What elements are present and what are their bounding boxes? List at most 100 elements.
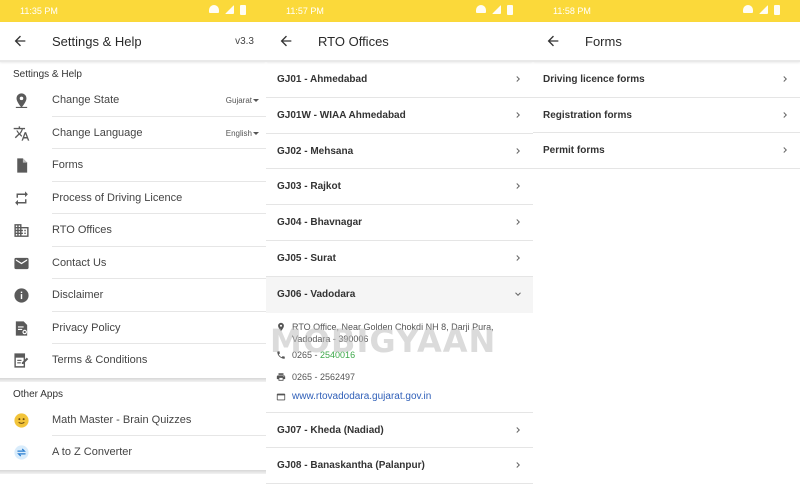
menu-item-label: Math Master - Brain Quizzes — [52, 413, 192, 426]
chevron-right-icon — [516, 255, 520, 261]
menu-item-label: Privacy Policy — [52, 321, 121, 334]
chevron-down-icon[interactable] — [513, 289, 523, 299]
rto-office-row[interactable]: GJ01W - WIAA Ahmedabad — [266, 98, 533, 134]
menu-item-contact-us[interactable]: Contact Us — [0, 247, 266, 279]
rto-office-row[interactable]: GJ02 - Mehsana — [266, 134, 533, 170]
rto-office-row[interactable]: GJ05 - Surat — [266, 241, 533, 277]
battery-icon — [507, 5, 513, 15]
menu-item-change-state[interactable]: Change State Gujarat — [0, 84, 266, 117]
status-time: 11:57 PM — [286, 6, 324, 16]
chevron-right-icon — [516, 426, 520, 433]
page-title: RTO Offices — [318, 34, 389, 49]
rto-office-row-expanded[interactable]: GJ06 - Vadodara — [266, 276, 533, 313]
battery-icon — [240, 5, 246, 15]
signal-icon — [759, 5, 768, 14]
chevron-right-icon — [516, 76, 520, 82]
rto-office-row[interactable]: GJ08 - Banaskantha (Palanpur) — [266, 448, 533, 484]
app-bar: Forms — [533, 22, 800, 62]
bottom-shadow — [0, 469, 266, 474]
location-pin-icon — [278, 322, 284, 331]
phone-prefix: 0265 - — [292, 349, 321, 360]
menu-item-label: Terms & Conditions — [52, 354, 148, 366]
back-arrow-icon[interactable] — [278, 33, 294, 49]
rto-office-row[interactable]: GJ07 - Kheda (Nadiad) — [266, 413, 533, 449]
settings-help-screen: 11:35 PM Settings & Help v3.3 Settings &… — [0, 0, 266, 484]
page-title: Settings & Help — [52, 34, 142, 49]
office-fax: 0265 - 2562497 — [292, 371, 356, 382]
app-bar: RTO Offices — [266, 22, 533, 62]
menu-item-label: Contact Us — [52, 256, 107, 269]
menu-item-label: Disclaimer — [52, 289, 104, 301]
other-app-converter[interactable]: A to Z Converter — [0, 436, 266, 469]
dropdown-caret-icon[interactable] — [253, 131, 259, 135]
rto-office-name: GJ01 - Ahmedabad — [277, 74, 368, 85]
selected-language-value[interactable]: English — [226, 129, 252, 138]
chevron-right-icon — [516, 111, 520, 118]
status-time: 11:58 PM — [553, 6, 591, 16]
form-category-name: Registration forms — [543, 109, 632, 121]
form-category-name: Permit forms — [543, 145, 605, 156]
menu-item-privacy-policy[interactable]: Privacy Policy — [0, 312, 266, 344]
wifi-icon — [209, 5, 219, 13]
form-category-row[interactable]: Driving licence forms — [533, 62, 800, 98]
menu-item-forms[interactable]: Forms — [0, 149, 266, 182]
converter-app-icon — [14, 445, 29, 460]
rto-office-name: GJ06 - Vadodara — [277, 288, 356, 300]
office-website-link[interactable]: www.rtovadodara.gujarat.gov.in — [292, 391, 522, 403]
dropdown-caret-icon[interactable] — [253, 99, 259, 102]
battery-icon — [774, 5, 780, 15]
rto-office-name: GJ05 - Surat — [277, 252, 336, 264]
menu-item-terms-conditions[interactable]: Terms & Conditions — [0, 344, 266, 377]
web-icon — [276, 393, 286, 400]
section-header-other-apps: Other Apps — [13, 388, 64, 400]
chevron-right-icon — [516, 147, 520, 154]
location-pin-icon — [15, 93, 28, 109]
menu-item-change-language[interactable]: Change Language English — [0, 117, 266, 149]
menu-item-label: A to Z Converter — [52, 446, 133, 458]
back-arrow-icon[interactable] — [12, 33, 28, 49]
rto-office-row[interactable]: GJ04 - Bhavnagar — [266, 205, 533, 241]
rto-office-name: GJ07 - Kheda (Nadiad) — [277, 424, 384, 436]
app-bar: Settings & Help v3.3 — [0, 22, 266, 62]
chevron-right-icon — [516, 183, 520, 190]
rto-office-name: GJ04 - Bhavnagar — [277, 217, 363, 229]
other-app-math-master[interactable]: Math Master - Brain Quizzes — [0, 404, 266, 436]
printer-icon — [276, 372, 286, 381]
menu-item-process-driving-licence[interactable]: Process of Driving Licence — [0, 182, 266, 214]
rto-office-name: GJ03 - Rajkot — [277, 181, 341, 193]
swap-arrows-icon — [15, 190, 28, 206]
status-bar: 11:58 PM — [533, 0, 800, 22]
chevron-right-icon — [516, 462, 520, 469]
status-bar: 11:35 PM — [0, 0, 266, 22]
menu-item-label: Forms — [52, 159, 84, 171]
office-phone-number[interactable]: 2540016 — [320, 350, 355, 360]
chevron-right-icon — [516, 219, 520, 226]
rto-office-name: GJ01W - WIAA Ahmedabad — [277, 109, 406, 121]
selected-state-value[interactable]: Gujarat — [226, 96, 252, 105]
menu-item-label: Change State — [52, 94, 120, 106]
menu-item-rto-offices[interactable]: RTO Offices — [0, 214, 266, 247]
section-header-settings: Settings & Help — [13, 69, 82, 80]
signal-icon — [492, 5, 501, 14]
form-category-row[interactable]: Registration forms — [533, 98, 800, 133]
rto-offices-screen: 11:57 PM RTO Offices GJ01 - Ahmedabad GJ… — [266, 0, 533, 484]
wifi-icon — [476, 5, 486, 13]
version-label: v3.3 — [235, 36, 254, 47]
office-address: RTO Office, Near Golden Chokdi NH 8, Dar… — [292, 321, 494, 344]
edit-note-icon — [14, 353, 29, 368]
form-category-name: Driving licence forms — [543, 74, 645, 85]
rto-office-row[interactable]: GJ03 - Rajkot — [266, 169, 533, 206]
chevron-right-icon — [783, 76, 787, 82]
signal-icon — [225, 5, 234, 14]
menu-item-disclaimer[interactable]: Disclaimer — [0, 279, 266, 312]
building-icon — [14, 224, 29, 237]
form-category-row[interactable]: Permit forms — [533, 133, 800, 169]
forms-screen: 11:58 PM Forms Driving licence forms Reg… — [533, 0, 800, 484]
menu-item-label: RTO Offices — [52, 224, 112, 236]
back-arrow-icon[interactable] — [545, 33, 561, 49]
menu-item-label: Process of Driving Licence — [52, 191, 183, 204]
rto-office-row[interactable]: GJ01 - Ahmedabad — [266, 62, 533, 98]
document-icon — [17, 158, 28, 173]
math-master-app-icon — [14, 412, 29, 428]
phone-icon — [277, 350, 285, 359]
